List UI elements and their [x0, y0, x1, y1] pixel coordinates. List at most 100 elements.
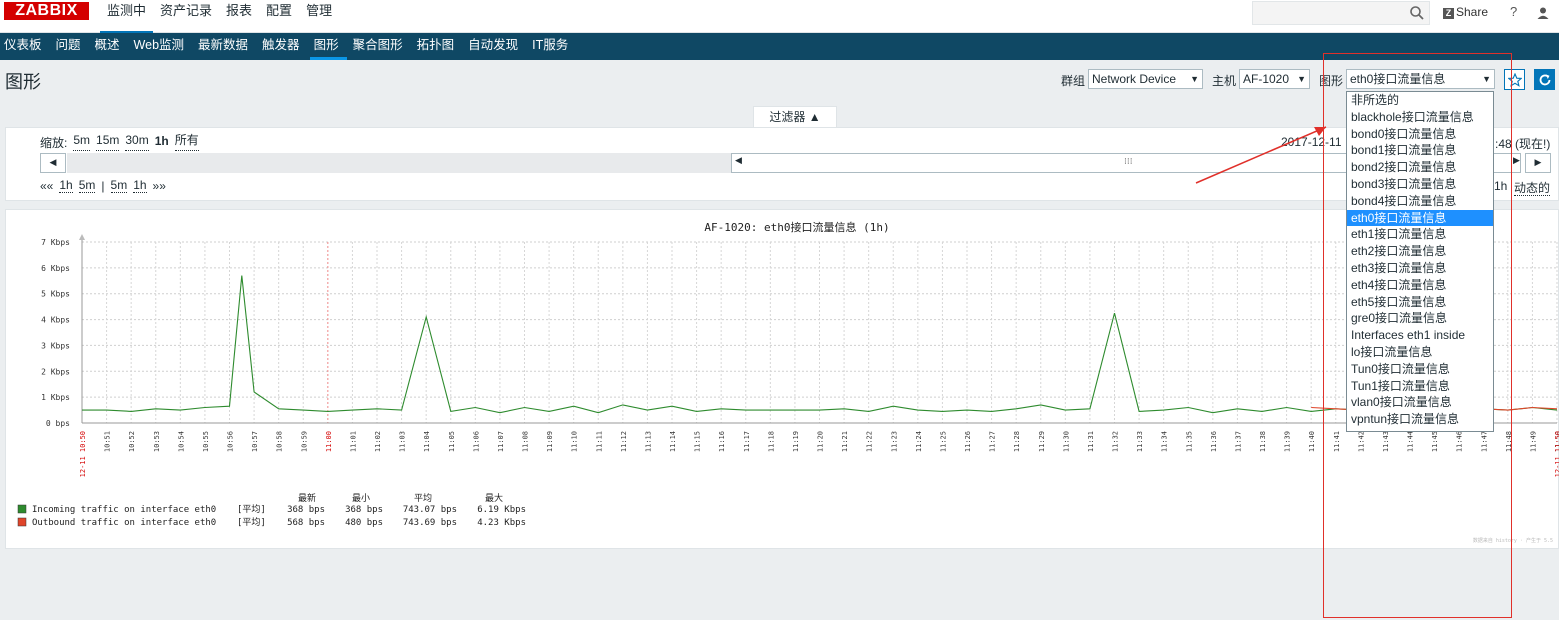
- x-tick-label: 11:04: [423, 431, 431, 452]
- dynamic-link-wrap: 动态的: [1514, 179, 1551, 196]
- dropdown-option[interactable]: bond3接口流量信息: [1347, 176, 1493, 193]
- x-tick-label: 11:17: [743, 431, 751, 452]
- favorite-button[interactable]: [1504, 69, 1525, 90]
- dropdown-option[interactable]: Tun1接口流量信息: [1347, 378, 1493, 395]
- dropdown-option[interactable]: lo接口流量信息: [1347, 344, 1493, 361]
- period-1h[interactable]: 1h: [1494, 179, 1507, 193]
- timeline-track[interactable]: [67, 153, 731, 173]
- host-select[interactable]: AF-1020 ▼: [1239, 69, 1310, 89]
- legend-last: 368 bps: [287, 505, 325, 515]
- nav-fwd-5m[interactable]: 5m: [110, 179, 128, 193]
- nav-fwd-1h[interactable]: 1h: [133, 179, 147, 193]
- zoom-all[interactable]: 所有: [174, 134, 199, 151]
- tab-dashboard[interactable]: 仪表板: [0, 33, 50, 60]
- slider-grip-icon[interactable]: ⁞⁞⁞: [1124, 157, 1133, 167]
- share-label: Share: [1456, 5, 1489, 19]
- zoom-1h-current[interactable]: 1h: [155, 134, 169, 151]
- x-tick-label: 11:37: [1234, 431, 1242, 452]
- user-profile-icon[interactable]: [1536, 6, 1550, 20]
- nav-back-1h[interactable]: 1h: [59, 179, 73, 193]
- dropdown-option[interactable]: blackhole接口流量信息: [1347, 109, 1493, 126]
- menu-administration[interactable]: 管理: [299, 2, 339, 33]
- dropdown-option[interactable]: gre0接口流量信息: [1347, 310, 1493, 327]
- zoom-5m[interactable]: 5m: [73, 134, 91, 151]
- dropdown-option[interactable]: bond4接口流量信息: [1347, 193, 1493, 210]
- nav-back-5m[interactable]: 5m: [78, 179, 96, 193]
- share-button[interactable]: Z Share: [1443, 5, 1488, 19]
- x-tick-label: 11:08: [522, 431, 530, 452]
- menu-configuration[interactable]: 配置: [259, 2, 299, 33]
- graph-title: AF-1020: eth0接口流量信息 (1h): [704, 220, 889, 234]
- dropdown-option[interactable]: bond2接口流量信息: [1347, 159, 1493, 176]
- graph-select[interactable]: eth0接口流量信息 ▼: [1346, 69, 1495, 89]
- tab-latest-data[interactable]: 最新数据: [194, 33, 256, 60]
- x-tick-label: 11:01: [349, 431, 357, 452]
- group-select[interactable]: Network Device ▼: [1088, 69, 1203, 89]
- legend-swatch: [17, 517, 27, 527]
- dynamic-toggle[interactable]: 动态的: [1514, 181, 1551, 196]
- graph-dropdown-list[interactable]: 非所选的 blackhole接口流量信息 bond0接口流量信息 bond1接口流量信…: [1346, 91, 1494, 432]
- x-tick-label: 11:25: [939, 431, 947, 452]
- x-tick-label: 11:46: [1456, 431, 1464, 452]
- menu-inventory[interactable]: 资产记录: [153, 2, 219, 33]
- legend-header: 最新: [298, 492, 316, 504]
- x-tick-label: 11:40: [1308, 431, 1316, 452]
- tab-graphs[interactable]: 图形: [309, 33, 347, 60]
- nav-separator: |: [101, 179, 105, 193]
- legend-max: 6.19 Kbps: [477, 505, 526, 515]
- dropdown-option[interactable]: eth3接口流量信息: [1347, 260, 1493, 277]
- dropdown-arrow-icon: ▼: [1482, 74, 1491, 84]
- tab-discovery[interactable]: 自动发现: [464, 33, 526, 60]
- search-input[interactable]: [1252, 1, 1430, 25]
- x-tick-label: 11:26: [964, 431, 972, 452]
- zabbix-logo[interactable]: ZABBIX: [4, 2, 89, 20]
- zoom-30m[interactable]: 30m: [125, 134, 149, 151]
- help-icon[interactable]: ?: [1510, 4, 1517, 19]
- tab-it-services[interactable]: IT服务: [528, 33, 576, 60]
- nav-fwd-all[interactable]: »»: [153, 179, 166, 193]
- x-tick-label: 11:07: [497, 431, 505, 452]
- legend-header: 最小: [352, 493, 370, 504]
- x-tick-label: 11:21: [841, 431, 849, 452]
- menu-reports[interactable]: 报表: [219, 2, 259, 33]
- legend-swatch: [17, 504, 27, 514]
- y-tick-label: 7 Kbps: [41, 238, 70, 247]
- tab-overview[interactable]: 概述: [91, 33, 128, 60]
- tab-maps[interactable]: 拓扑图: [413, 33, 463, 60]
- traffic-graph[interactable]: AF-1020: eth0接口流量信息 (1h) 0 bps 1 Kbps 2 Kbp…: [5, 209, 1559, 549]
- nav-back-all[interactable]: ««: [40, 179, 53, 193]
- tab-problems[interactable]: 问题: [52, 33, 89, 60]
- dropdown-option[interactable]: 非所选的: [1347, 92, 1493, 109]
- timeline-right-button[interactable]: ▶: [1525, 153, 1551, 173]
- dropdown-option[interactable]: eth4接口流量信息: [1347, 277, 1493, 294]
- tab-web[interactable]: Web监测: [130, 33, 192, 60]
- dropdown-option[interactable]: bond1接口流量信息: [1347, 142, 1493, 159]
- dropdown-option[interactable]: bond0接口流量信息: [1347, 126, 1493, 143]
- dropdown-option[interactable]: eth0接口流量信息: [1347, 209, 1493, 227]
- dropdown-option[interactable]: vlan0接口流量信息: [1347, 394, 1493, 411]
- search-icon[interactable]: [1409, 5, 1425, 21]
- graph-footer-note: 数据来自 history · 产生于 5.5: [1473, 537, 1553, 544]
- tab-screens[interactable]: 聚合图形: [349, 33, 411, 60]
- slider-left-handle-icon[interactable]: ◀: [735, 156, 742, 166]
- period-nav-row: «« 1h 5m | 5m 1h »»: [40, 179, 166, 193]
- menu-monitoring[interactable]: 监测中: [100, 2, 154, 33]
- dropdown-option[interactable]: vpntun接口流量信息: [1347, 411, 1493, 428]
- dropdown-option[interactable]: eth5接口流量信息: [1347, 294, 1493, 311]
- timeline-left-button[interactable]: ◀: [40, 153, 66, 173]
- x-tick-label: 11:31: [1087, 431, 1095, 452]
- zoom-15m[interactable]: 15m: [96, 134, 120, 151]
- legend-avg: 743.07 bps: [403, 505, 457, 515]
- x-tick-label: 11:49: [1529, 431, 1537, 452]
- dropdown-option[interactable]: Interfaces eth1 inside: [1347, 327, 1493, 344]
- dropdown-option[interactable]: Tun0接口流量信息: [1347, 361, 1493, 378]
- legend-series-name: Incoming traffic on interface eth0: [32, 505, 216, 515]
- x-tick-label: 11:23: [890, 431, 898, 452]
- dropdown-option[interactable]: eth2接口流量信息: [1347, 243, 1493, 260]
- slider-right-handle-icon[interactable]: ▶: [1513, 156, 1520, 166]
- filter-toggle-tab[interactable]: 过滤器 ▲: [753, 106, 837, 128]
- annotation-arrow: [1195, 126, 1327, 184]
- tab-triggers[interactable]: 触发器: [258, 33, 308, 60]
- dropdown-option[interactable]: eth1接口流量信息: [1347, 226, 1493, 243]
- refresh-button[interactable]: [1534, 69, 1555, 90]
